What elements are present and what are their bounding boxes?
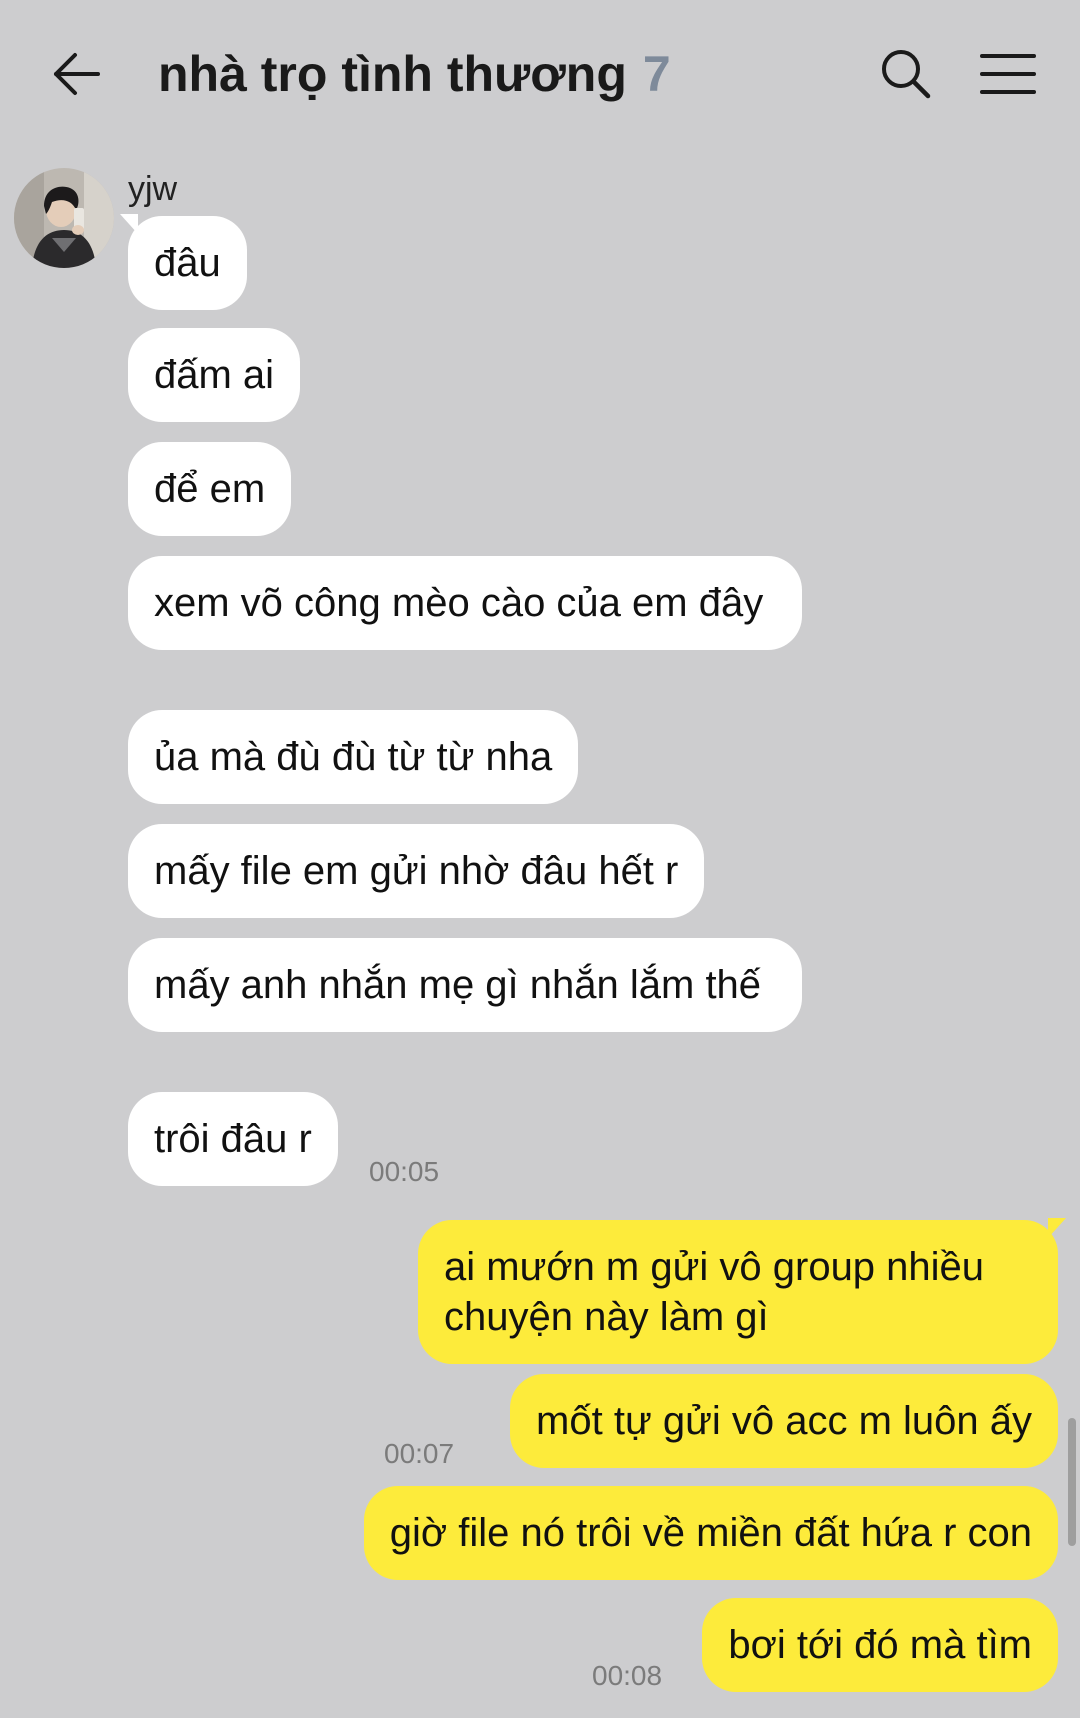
scrollbar[interactable] — [1068, 1418, 1076, 1546]
search-button[interactable] — [876, 44, 936, 104]
outgoing-message[interactable]: mốt tự gửi vô acc m luôn ấy — [510, 1374, 1058, 1468]
incoming-message[interactable]: để em — [128, 442, 292, 536]
chat-title: nhà trọ tình thương — [158, 46, 627, 102]
chat-header: nhà trọ tình thương 7 — [0, 0, 1080, 150]
message-timestamp: 00:07 — [384, 1438, 455, 1469]
message-timestamp: 00:08 — [592, 1660, 663, 1691]
chat-title-group[interactable]: nhà trọ tình thương 7 — [158, 44, 671, 104]
outgoing-message[interactable]: giờ file nó trôi về miền đất hứa r con — [363, 1486, 1058, 1580]
member-count: 7 — [642, 46, 671, 102]
incoming-message[interactable]: mấy file em gửi nhờ đâu hết r — [128, 824, 705, 918]
menu-button[interactable] — [978, 44, 1038, 104]
incoming-message[interactable]: mấy anh nhắn mẹ gì nhắn lắm thế — [128, 938, 802, 1032]
arrow-left-icon — [54, 53, 100, 95]
outgoing-message[interactable]: bơi tới đó mà tìm — [702, 1598, 1058, 1692]
sender-name: yjw — [128, 170, 178, 208]
message-timestamp: 00:05 — [369, 1156, 440, 1187]
incoming-message[interactable]: đấm ai — [128, 328, 301, 422]
incoming-message[interactable]: ủa mà đù đù từ từ nha — [128, 710, 579, 804]
incoming-message[interactable]: trôi đâu r — [128, 1092, 338, 1186]
incoming-message[interactable]: xem võ công mèo cào của em đây — [128, 556, 802, 650]
avatar-photo — [14, 168, 114, 268]
hamburger-menu-icon — [980, 54, 1036, 94]
search-icon — [882, 50, 931, 99]
outgoing-message[interactable]: ai mướn m gửi vô group nhiều chuyện này … — [418, 1220, 1058, 1364]
sender-avatar[interactable] — [14, 168, 114, 268]
back-button[interactable] — [48, 44, 108, 104]
incoming-message[interactable]: đâu — [128, 216, 247, 310]
